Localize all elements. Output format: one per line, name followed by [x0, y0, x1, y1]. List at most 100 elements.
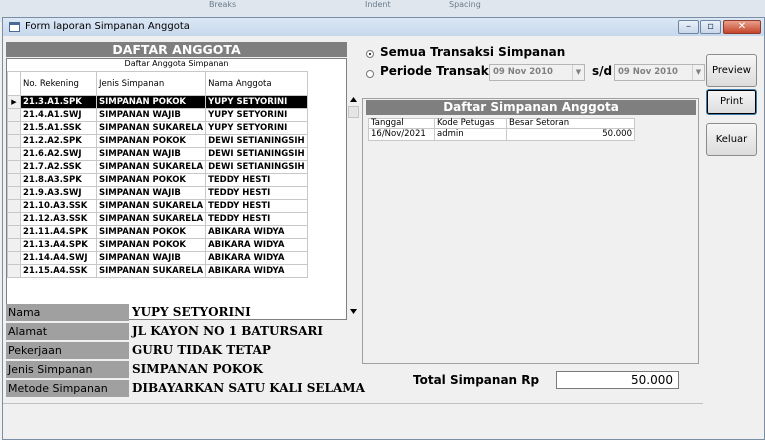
- grid-scrollbar[interactable]: [347, 93, 360, 320]
- tanggal-cell: 16/Nov/2021: [368, 128, 435, 141]
- window-title: Form laporan Simpanan Anggota: [25, 21, 190, 32]
- date-from-value: 09 Nov 2010: [493, 67, 553, 77]
- radio-semua-transaksi[interactable]: [366, 50, 374, 58]
- row-indicator[interactable]: [7, 225, 21, 239]
- row-indicator[interactable]: [7, 173, 21, 187]
- simpanan-panel: Daftar Simpanan Anggota Tanggal Kode Pet…: [362, 98, 699, 364]
- table-row[interactable]: 21.4.A1.SWJ SIMPANAN WAJIB YUPY SETYORINI: [7, 108, 308, 122]
- nama-anggota-cell: ABIKARA WIDYA: [205, 238, 308, 252]
- row-indicator[interactable]: [7, 147, 21, 161]
- no-rekening-cell: 21.12.A3.SSK: [20, 212, 97, 226]
- daftar-simpanan-header: Daftar Simpanan Anggota: [366, 100, 696, 115]
- grid-caption: Daftar Anggota Simpanan: [124, 59, 229, 68]
- kode-petugas-cell: admin: [434, 128, 507, 141]
- jenis-simpanan-cell: SIMPANAN WAJIB: [95, 147, 207, 161]
- row-indicator[interactable]: [7, 160, 21, 174]
- keluar-button[interactable]: Keluar: [706, 123, 757, 156]
- table-row[interactable]: 21.2.A2.SPK SIMPANAN POKOK DEWI SETIANINGS…: [7, 134, 308, 148]
- table-row[interactable]: 21.8.A3.SPK SIMPANAN POKOK TEDDY HESTI: [7, 173, 308, 187]
- table-row[interactable]: 21.15.A4.SSK SIMPANAN SUKARELA ABIKARA WID…: [7, 264, 308, 278]
- jenis-simpanan-cell: SIMPANAN POKOK: [95, 173, 207, 187]
- scroll-up-icon[interactable]: [350, 97, 357, 102]
- member-table: No. Rekening Jenis Simpanan Nama Anggota…: [7, 71, 308, 278]
- column-header-nama-anggota[interactable]: Nama Anggota: [205, 71, 308, 96]
- background-tab: Breaks: [209, 0, 237, 9]
- jenis-simpanan-cell: SIMPANAN POKOK: [95, 238, 207, 252]
- scroll-thumb[interactable]: [348, 106, 359, 118]
- close-button[interactable]: ✕: [723, 20, 761, 34]
- no-rekening-cell: 21.9.A3.SWJ: [20, 186, 97, 200]
- nama-anggota-cell: TEDDY HESTI: [205, 212, 308, 226]
- row-indicator[interactable]: [7, 264, 21, 278]
- row-indicator[interactable]: [7, 238, 21, 252]
- total-simpanan-field[interactable]: 50.000: [556, 371, 679, 389]
- row-indicator[interactable]: [7, 199, 21, 213]
- simpanan-table: Tanggal Kode Petugas Besar Setoran 16/No…: [368, 118, 635, 141]
- alamat-label: Alamat: [6, 323, 129, 340]
- nama-anggota-cell: TEDDY HESTI: [205, 173, 308, 187]
- table-row[interactable]: 21.11.A4.SPK SIMPANAN POKOK ABIKARA WIDYA: [7, 225, 308, 239]
- jenis-simpanan-cell: SIMPANAN SUKARELA: [95, 121, 207, 135]
- table-row[interactable]: 21.7.A2.SSK SIMPANAN SUKARELA DEWI SETIANI…: [7, 160, 308, 174]
- jenis-simpanan-cell: SIMPANAN POKOK: [95, 225, 207, 239]
- jenis-simpanan-cell: SIMPANAN SUKARELA: [95, 160, 207, 174]
- nama-anggota-cell: TEDDY HESTI: [205, 199, 308, 213]
- row-indicator[interactable]: [7, 121, 21, 135]
- background-tab: Indent: [365, 0, 391, 9]
- table-row[interactable]: 21.9.A3.SWJ SIMPANAN WAJIB TEDDY HESTI: [7, 186, 308, 200]
- print-button[interactable]: Print: [706, 89, 757, 115]
- option-semua-transaksi-label[interactable]: Semua Transaksi Simpanan: [380, 45, 565, 59]
- nama-anggota-cell: YUPY SETYORINI: [205, 95, 308, 109]
- column-header-jenis-simpanan[interactable]: Jenis Simpanan: [95, 71, 207, 96]
- nama-anggota-cell: ABIKARA WIDYA: [205, 225, 308, 239]
- column-header-no-rekening[interactable]: No. Rekening: [20, 71, 97, 96]
- maximize-button[interactable]: ▫: [700, 20, 721, 34]
- table-row[interactable]: 21.14.A4.SWJ SIMPANAN WAJIB ABIKARA WIDYA: [7, 251, 308, 265]
- row-indicator[interactable]: [7, 134, 21, 148]
- jenis-simpanan-cell: SIMPANAN WAJIB: [95, 108, 207, 122]
- row-indicator[interactable]: [7, 251, 21, 265]
- table-row[interactable]: 21.13.A4.SPK SIMPANAN POKOK ABIKARA WIDYA: [7, 238, 308, 252]
- row-indicator[interactable]: [7, 108, 21, 122]
- date-from-picker[interactable]: 09 Nov 2010 ▼: [489, 64, 585, 81]
- preview-button[interactable]: Preview: [706, 54, 757, 87]
- alamat-value: JL KAYON NO 1 BATURSARI: [132, 324, 323, 338]
- row-indicator[interactable]: [7, 186, 21, 200]
- table-row[interactable]: 16/Nov/2021 admin 50.000: [368, 128, 635, 141]
- jenis-simpanan-cell: SIMPANAN SUKARELA: [95, 212, 207, 226]
- row-indicator-header: [7, 71, 21, 96]
- date-separator: s/d: [592, 64, 613, 78]
- nama-anggota-cell: TEDDY HESTI: [205, 186, 308, 200]
- table-row[interactable]: 21.6.A2.SWJ SIMPANAN WAJIB DEWI SETIANINGS…: [7, 147, 308, 161]
- no-rekening-cell: 21.10.A3.SSK: [20, 199, 97, 213]
- chevron-down-icon[interactable]: ▼: [572, 65, 584, 80]
- date-to-picker[interactable]: 09 Nov 2010 ▼: [614, 64, 705, 81]
- column-header-besar-setoran[interactable]: Besar Setoran: [506, 118, 635, 129]
- title-bar: Form laporan Simpanan Anggota – ▫ ✕: [3, 18, 764, 36]
- no-rekening-cell: 21.4.A1.SWJ: [20, 108, 97, 122]
- member-grid-area: Daftar Anggota Simpanan No. Rekening Jen…: [6, 58, 361, 320]
- column-header-kode-petugas[interactable]: Kode Petugas: [434, 118, 507, 129]
- option-periode-transaksi-label[interactable]: Periode Transaksi: [380, 64, 500, 78]
- status-separator: [3, 403, 703, 404]
- table-row[interactable]: ▶ 21.3.A1.SPK SIMPANAN POKOK YUPY SETYORINI: [7, 95, 308, 109]
- no-rekening-cell: 21.13.A4.SPK: [20, 238, 97, 252]
- no-rekening-cell: 21.7.A2.SSK: [20, 160, 97, 174]
- scroll-down-icon[interactable]: [350, 309, 357, 314]
- table-row[interactable]: 21.12.A3.SSK SIMPANAN SUKARELA TEDDY HESTI: [7, 212, 308, 226]
- current-row-arrow-icon[interactable]: ▶: [7, 95, 21, 109]
- table-row[interactable]: 21.5.A1.SSK SIMPANAN SUKARELA YUPY SETYORI…: [7, 121, 308, 135]
- jenis-simpanan-label: Jenis Simpanan: [6, 361, 129, 378]
- chevron-down-icon[interactable]: ▼: [692, 65, 704, 80]
- jenis-simpanan-cell: SIMPANAN WAJIB: [95, 251, 207, 265]
- jenis-simpanan-cell: SIMPANAN POKOK: [95, 95, 207, 109]
- jenis-simpanan-cell: SIMPANAN POKOK: [95, 134, 207, 148]
- table-row[interactable]: 21.10.A3.SSK SIMPANAN SUKARELA TEDDY HESTI: [7, 199, 308, 213]
- minimize-button[interactable]: –: [678, 20, 699, 34]
- member-grid: Daftar Anggota Simpanan No. Rekening Jen…: [6, 58, 347, 320]
- column-header-tanggal[interactable]: Tanggal: [368, 118, 435, 129]
- pekerjaan-value: GURU TIDAK TETAP: [132, 343, 271, 357]
- row-indicator[interactable]: [7, 212, 21, 226]
- radio-periode-transaksi[interactable]: [366, 70, 374, 78]
- jenis-simpanan-cell: SIMPANAN SUKARELA: [95, 199, 207, 213]
